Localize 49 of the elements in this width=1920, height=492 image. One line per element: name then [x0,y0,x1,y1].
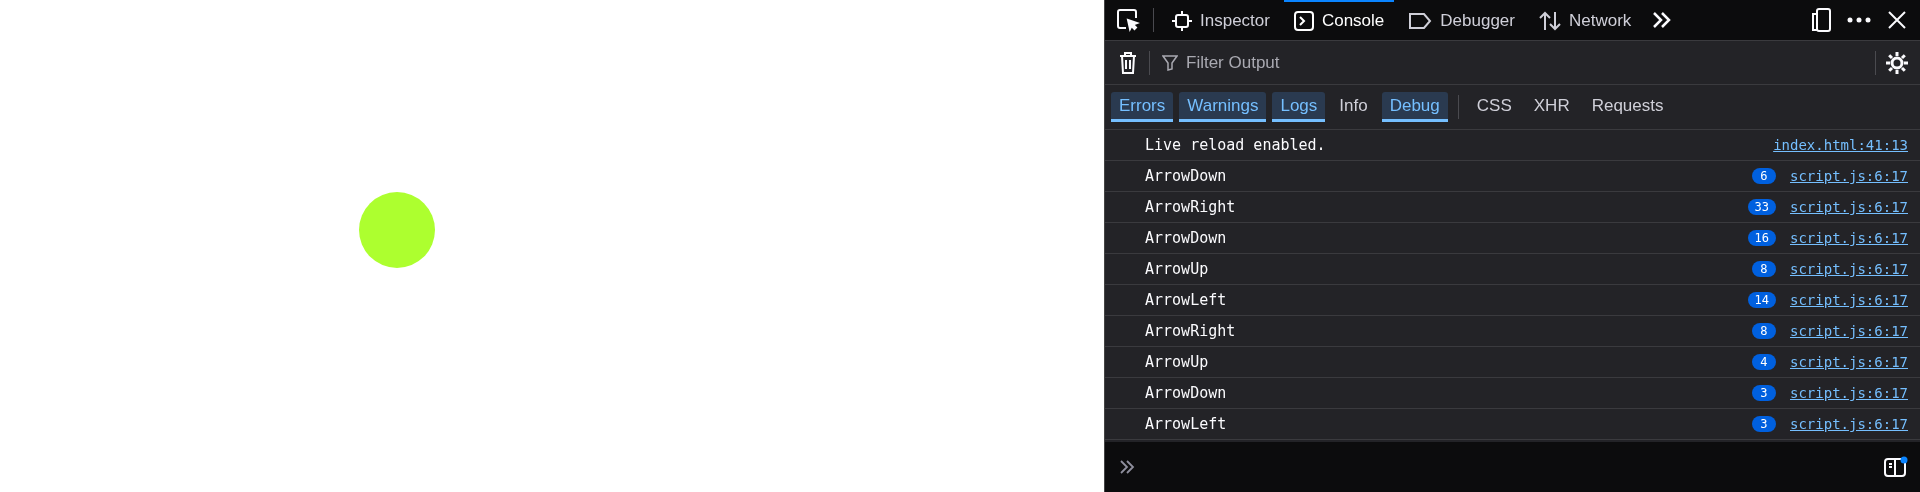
source-link[interactable]: script.js:6:17 [1790,354,1908,370]
log-level-toggle[interactable]: Warnings [1179,92,1267,122]
source-link[interactable]: index.html:41:13 [1773,137,1908,153]
sidebar-toggle-icon[interactable] [1884,456,1908,478]
filter-field[interactable]: Filter Output [1184,51,1488,74]
log-message: ArrowDown [1145,384,1228,402]
source-link[interactable]: script.js:6:17 [1790,261,1908,277]
log-message: ArrowUp [1145,353,1210,371]
log-message: ArrowLeft [1145,415,1228,433]
log-level-toggle[interactable]: Debug [1381,92,1448,122]
devtools-tab[interactable]: Console [1283,0,1395,40]
source-link[interactable]: script.js:6:17 [1790,168,1908,184]
repeat-count: 3 [1752,416,1776,432]
devtools-tab[interactable]: Debugger [1398,0,1525,40]
log-message: ArrowDown [1145,229,1228,247]
log-level-toggle[interactable]: Info [1331,92,1376,122]
category-toggle[interactable]: Requests [1583,92,1672,122]
repeat-count: 8 [1752,261,1776,277]
repeat-count: 4 [1752,354,1776,370]
prompt-chevron-icon [1119,460,1135,474]
log-message: ArrowLeft [1145,291,1228,309]
log-message: ArrowRight [1145,198,1237,216]
devtools-tab[interactable]: Network [1529,0,1642,40]
log-level-toggle[interactable]: Errors [1111,92,1174,122]
log-message: ArrowDown [1145,167,1228,185]
repeat-count: 8 [1752,323,1776,339]
category-toggle[interactable]: CSS [1468,92,1520,122]
repeat-count: 6 [1752,168,1776,184]
log-message: ArrowRight [1145,322,1237,340]
source-link[interactable]: script.js:6:17 [1790,385,1908,401]
repeat-count: 14 [1747,292,1776,308]
filter-icon [1162,54,1178,71]
source-link[interactable]: script.js:6:17 [1790,230,1908,246]
terminal-icon [1293,11,1314,31]
up-down-arrows-icon [1539,11,1561,31]
source-link[interactable]: script.js:6:17 [1790,199,1908,215]
repeat-count: 33 [1747,199,1776,215]
log-level-toggle[interactable]: Logs [1272,92,1326,122]
source-link[interactable]: script.js:6:17 [1790,292,1908,308]
log-message: Live reload enabled. [1145,136,1327,154]
category-toggle[interactable]: XHR [1525,92,1578,122]
log-message: ArrowUp [1145,260,1210,278]
repeat-count: 3 [1752,385,1776,401]
tag-icon [1408,12,1433,30]
devtools-tab[interactable]: Inspector [1162,0,1280,40]
source-link[interactable]: script.js:6:17 [1790,323,1908,339]
repeat-count: 16 [1747,230,1776,246]
box-icon [1172,11,1192,31]
source-link[interactable]: script.js:6:17 [1790,416,1908,432]
